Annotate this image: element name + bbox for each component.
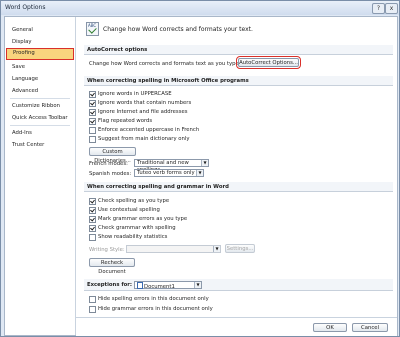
sidebar-item-quick-access-toolbar[interactable]: Quick Access Toolbar bbox=[6, 112, 74, 124]
checkbox-label: Ignore words in UPPERCASE bbox=[98, 91, 172, 97]
sidebar-item-general[interactable]: General bbox=[6, 24, 74, 36]
word-options-window: Word Options ? x General Display Proofin… bbox=[0, 0, 400, 337]
dialog-footer: OK Cancel bbox=[76, 317, 397, 336]
checkbox-box[interactable] bbox=[89, 216, 96, 223]
checkbox-box[interactable] bbox=[89, 118, 96, 125]
checkbox-box[interactable] bbox=[89, 91, 96, 98]
checkbox-box[interactable] bbox=[89, 207, 96, 214]
sidebar-item-trust-center[interactable]: Trust Center bbox=[6, 139, 74, 151]
checkbox-label: Check spelling as you type bbox=[98, 198, 170, 204]
checkbox-box[interactable] bbox=[89, 225, 96, 232]
checkbox-label: Use contextual spelling bbox=[98, 207, 160, 213]
checkbox-label: Mark grammar errors as you type bbox=[98, 216, 188, 222]
sidebar-item-display[interactable]: Display bbox=[6, 36, 74, 48]
exceptions-document-select[interactable]: Document1 ▼ bbox=[134, 281, 202, 290]
checkbox-box[interactable] bbox=[89, 306, 96, 313]
checkbox-label: Flag repeated words bbox=[98, 118, 153, 124]
checkbox-box[interactable] bbox=[89, 127, 96, 134]
chevron-down-icon[interactable]: ▼ bbox=[201, 160, 208, 166]
writing-style-select[interactable]: ▼ bbox=[126, 245, 221, 253]
help-icon[interactable]: ? bbox=[372, 3, 385, 14]
sidebar-item-proofing[interactable]: Proofing bbox=[6, 48, 74, 60]
sidebar-item-save[interactable]: Save bbox=[6, 61, 74, 73]
checkbox-box[interactable] bbox=[89, 198, 96, 205]
checkbox-label: Check grammar with spelling bbox=[98, 225, 176, 231]
writing-style-label: Writing Style: bbox=[89, 247, 125, 253]
ok-button[interactable]: OK bbox=[313, 323, 347, 332]
checkbox-box[interactable] bbox=[89, 100, 96, 107]
window-title: Word Options bbox=[5, 4, 46, 11]
exceptions-section: Exceptions for: bbox=[84, 279, 393, 291]
checkbox-label: Hide spelling errors in this document on… bbox=[98, 296, 209, 302]
autocorrect-description: Change how Word corrects and formats tex… bbox=[89, 61, 241, 67]
checkbox-box[interactable] bbox=[89, 136, 96, 143]
french-modes-label: French modes: bbox=[89, 161, 128, 167]
french-modes-select[interactable]: Traditional and new spellings▼ bbox=[134, 159, 209, 173]
chevron-down-icon[interactable]: ▼ bbox=[194, 282, 201, 288]
checkbox-label: Show readability statistics bbox=[98, 234, 168, 240]
checkbox-box[interactable] bbox=[89, 109, 96, 116]
checkbox-box[interactable] bbox=[89, 234, 96, 241]
checkbox-label: Ignore Internet and file addresses bbox=[98, 109, 188, 115]
close-icon[interactable]: x bbox=[385, 3, 398, 14]
chevron-down-icon[interactable]: ▼ bbox=[196, 170, 203, 176]
sidebar-divider bbox=[10, 98, 70, 99]
document-icon bbox=[137, 282, 143, 289]
spanish-modes-label: Spanish modes: bbox=[89, 171, 132, 177]
spelling-grammar-section-header: When correcting spelling and grammar in … bbox=[84, 182, 393, 192]
proofing-panel: ABC Change how Word corrects and formats… bbox=[76, 17, 397, 336]
spanish-modes-select[interactable]: Tuteo verb forms only ▼ bbox=[134, 169, 204, 177]
exceptions-label: Exceptions for: bbox=[87, 282, 132, 288]
grammar-settings-button[interactable]: Settings... bbox=[225, 244, 255, 253]
proofing-abc-icon: ABC bbox=[86, 22, 99, 36]
title-bar: Word Options ? x bbox=[1, 1, 399, 15]
sidebar-item-advanced[interactable]: Advanced bbox=[6, 85, 74, 97]
checkbox-label: Ignore words that contain numbers bbox=[98, 100, 192, 106]
select-value: Document1 bbox=[144, 284, 175, 290]
sidebar: General Display Proofing Save Language A… bbox=[5, 17, 76, 335]
recheck-document-button[interactable]: Recheck Document bbox=[89, 258, 135, 275]
sidebar-divider bbox=[10, 125, 70, 126]
spelling-office-section-header: When correcting spelling in Microsoft Of… bbox=[84, 76, 393, 86]
checkbox-label: Suggest from main dictionary only bbox=[98, 136, 190, 142]
checkbox-label: Hide grammar errors in this document onl… bbox=[98, 306, 213, 312]
checkbox-label: Enforce accented uppercase in French bbox=[98, 127, 200, 133]
dialog-body: General Display Proofing Save Language A… bbox=[4, 16, 398, 336]
page-heading: Change how Word corrects and formats you… bbox=[103, 26, 253, 33]
chevron-down-icon[interactable]: ▼ bbox=[213, 246, 220, 252]
autocorrect-section-header: AutoCorrect options bbox=[84, 45, 393, 55]
autocorrect-options-button[interactable]: AutoCorrect Options... bbox=[236, 56, 301, 69]
cancel-button[interactable]: Cancel bbox=[352, 323, 388, 332]
custom-dictionaries-button[interactable]: Custom Dictionaries... bbox=[89, 147, 136, 164]
checkbox-box[interactable] bbox=[89, 296, 96, 303]
sidebar-item-add-ins[interactable]: Add-Ins bbox=[6, 127, 74, 139]
sidebar-item-customize-ribbon[interactable]: Customize Ribbon bbox=[6, 100, 74, 112]
select-value: Tuteo verb forms only bbox=[137, 170, 195, 176]
sidebar-item-language[interactable]: Language bbox=[6, 73, 74, 85]
